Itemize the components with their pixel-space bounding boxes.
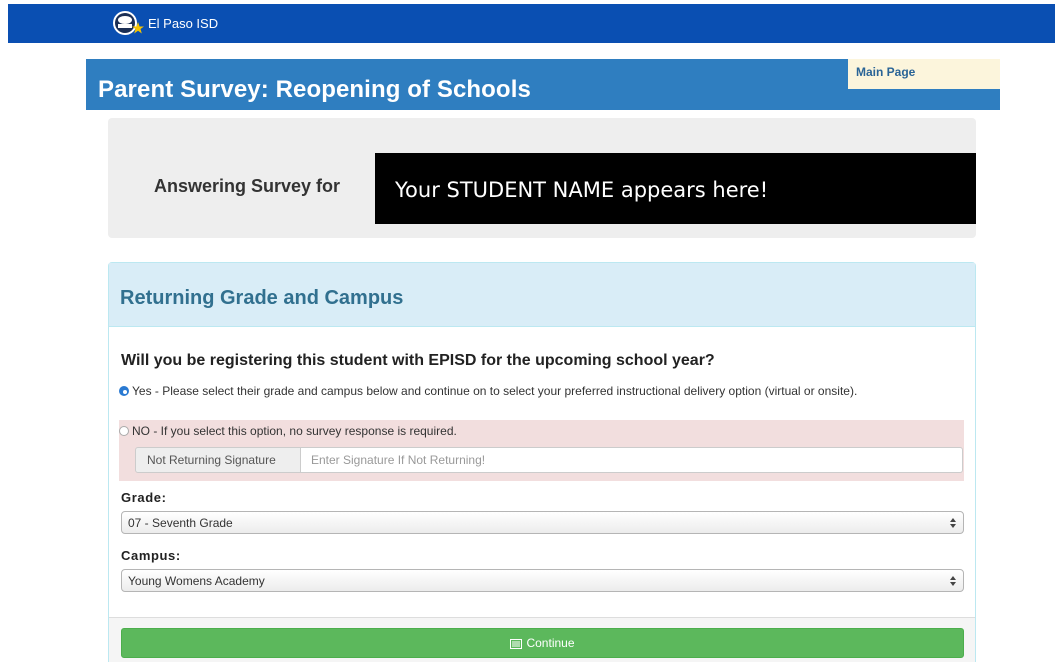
brand-name: El Paso ISD (148, 15, 219, 31)
campus-select[interactable]: Young Womens Academy (121, 569, 964, 592)
episd-logo-icon (112, 8, 144, 38)
signature-addon-label: Not Returning Signature (135, 447, 301, 473)
registration-question: Will you be registering this student wit… (121, 352, 715, 369)
panel-heading: Returning Grade and Campus (109, 263, 975, 327)
returning-grade-campus-panel: Returning Grade and Campus Will you be r… (108, 262, 976, 662)
page-title: Parent Survey: Reopening of Schools (98, 76, 531, 103)
panel-footer: Continue (109, 617, 975, 662)
continue-label: Continue (526, 636, 575, 650)
radio-no[interactable] (119, 426, 129, 436)
main-page-link[interactable]: Main Page (848, 59, 1000, 89)
grade-label: Grade: (121, 490, 167, 505)
signature-input-group: Not Returning Signature (135, 447, 963, 473)
top-navbar: El Paso ISD (8, 4, 1055, 43)
answering-survey-label: Answering Survey for (154, 176, 341, 196)
select-arrows-icon (949, 573, 957, 589)
continue-button[interactable]: Continue (121, 628, 964, 658)
not-returning-block: NO - If you select this option, no surve… (119, 420, 964, 481)
brand-link[interactable]: El Paso ISD (112, 8, 218, 38)
radio-yes[interactable] (119, 386, 129, 396)
list-icon (510, 638, 523, 649)
panel-title: Returning Grade and Campus (120, 287, 404, 309)
grade-select[interactable]: 07 - Seventh Grade (121, 511, 964, 534)
student-well: Answering Survey for Your STUDENT NAME a… (108, 118, 976, 238)
student-name-box: Your STUDENT NAME appears here! (375, 153, 976, 224)
campus-label: Campus: (121, 548, 181, 563)
option-no[interactable]: NO - If you select this option, no surve… (119, 424, 457, 438)
select-arrows-icon (949, 515, 957, 531)
campus-selected-value: Young Womens Academy (128, 574, 265, 588)
grade-selected-value: 07 - Seventh Grade (128, 516, 233, 530)
option-yes-label: Yes - Please select their grade and camp… (132, 384, 858, 398)
option-no-label: NO - If you select this option, no surve… (132, 424, 457, 438)
option-yes[interactable]: Yes - Please select their grade and camp… (119, 383, 939, 400)
signature-input[interactable] (301, 447, 963, 473)
